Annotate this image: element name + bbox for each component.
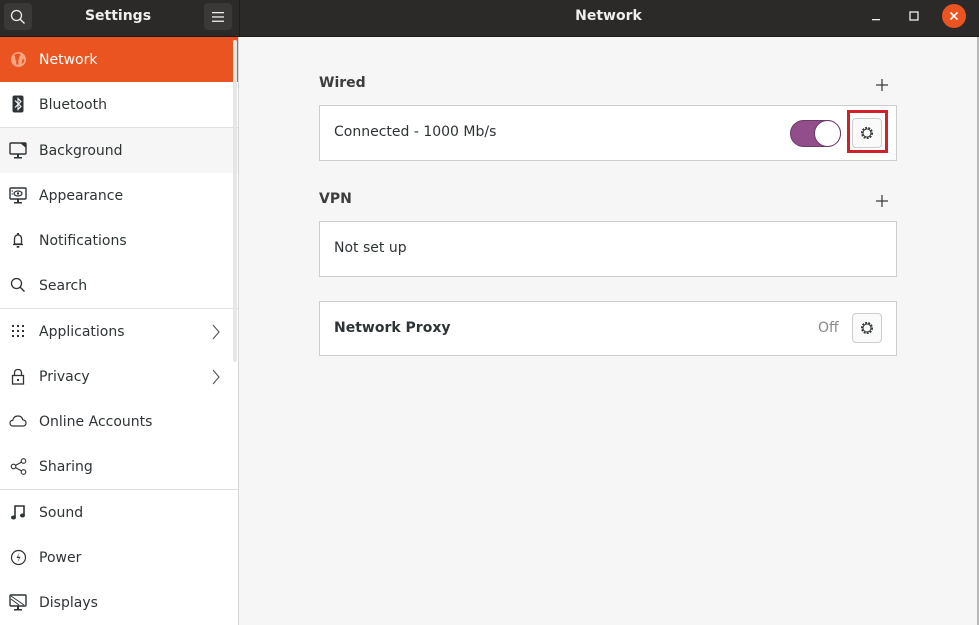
sidebar-item-power[interactable]: Power — [0, 535, 238, 580]
hamburger-menu-icon — [212, 11, 224, 22]
cloud-icon — [9, 412, 27, 430]
network-proxy-row[interactable]: Network Proxy Off — [319, 301, 897, 356]
menu-button[interactable] — [204, 3, 232, 30]
search-icon — [10, 9, 25, 24]
wired-connection-row: Connected - 1000 Mb/s — [319, 105, 897, 161]
minimize-icon — [872, 19, 880, 21]
sidebar-item-label: Network — [39, 51, 98, 68]
sidebar-item-notifications[interactable]: Notifications — [0, 218, 238, 263]
close-icon — [949, 11, 959, 21]
add-vpn-button[interactable] — [874, 193, 890, 209]
sidebar-item-background[interactable]: Background — [0, 128, 238, 173]
vpn-section-title: VPN — [319, 191, 352, 207]
sidebar-item-privacy[interactable]: Privacy — [0, 354, 238, 399]
sidebar: Network Bluetooth Background Appearance — [0, 37, 239, 625]
lock-icon — [9, 367, 27, 385]
network-globe-icon — [9, 50, 27, 68]
background-icon — [9, 141, 27, 159]
sidebar-item-search[interactable]: Search — [0, 263, 238, 308]
maximize-button[interactable] — [902, 4, 926, 28]
sidebar-item-label: Applications — [39, 323, 125, 340]
sidebar-item-label: Privacy — [39, 368, 90, 385]
sidebar-item-label: Notifications — [39, 232, 127, 249]
vpn-row: Not set up — [319, 221, 897, 277]
sidebar-title: Settings — [84, 8, 152, 24]
sidebar-item-appearance[interactable]: Appearance — [0, 173, 238, 218]
proxy-settings-button[interactable] — [852, 313, 882, 343]
minimize-button[interactable] — [864, 4, 888, 28]
sidebar-header: Settings — [0, 0, 239, 37]
highlight-box — [847, 110, 888, 153]
display-icon — [9, 593, 27, 611]
bell-icon — [9, 231, 27, 249]
network-proxy-state: Off — [818, 320, 839, 336]
close-button[interactable] — [942, 4, 966, 28]
maximize-icon — [909, 11, 919, 21]
sidebar-item-online-accounts[interactable]: Online Accounts — [0, 399, 238, 444]
sidebar-item-sound[interactable]: Sound — [0, 490, 238, 535]
apps-grid-icon — [9, 322, 27, 340]
sidebar-scrollbar[interactable] — [233, 40, 237, 362]
sidebar-item-label: Sound — [39, 504, 84, 521]
wired-toggle-switch[interactable] — [790, 120, 841, 147]
sidebar-item-bluetooth[interactable]: Bluetooth — [0, 82, 238, 127]
search-button[interactable] — [4, 3, 32, 30]
sidebar-item-label: Appearance — [39, 187, 124, 204]
sidebar-item-label: Power — [39, 549, 82, 566]
music-note-icon — [9, 503, 27, 521]
network-proxy-label: Network Proxy — [334, 320, 451, 336]
sidebar-item-applications[interactable]: Applications — [0, 309, 238, 354]
add-wired-button[interactable] — [874, 77, 890, 93]
chevron-right-icon — [212, 369, 220, 385]
bluetooth-icon — [9, 95, 27, 113]
sidebar-item-label: Sharing — [39, 458, 93, 475]
wired-section-title: Wired — [319, 75, 366, 91]
sidebar-item-sharing[interactable]: Sharing — [0, 444, 238, 489]
header-bar: Settings Network — [0, 0, 979, 37]
vpn-status: Not set up — [334, 240, 407, 256]
search-icon — [9, 276, 27, 294]
sidebar-item-label: Background — [39, 142, 123, 159]
sidebar-item-network[interactable]: Network — [0, 37, 238, 82]
wired-status: Connected - 1000 Mb/s — [334, 124, 497, 140]
power-icon — [9, 548, 27, 566]
sidebar-item-label: Displays — [39, 594, 98, 611]
sidebar-item-label: Search — [39, 277, 88, 294]
chevron-right-icon — [212, 324, 220, 340]
appearance-icon — [9, 186, 27, 204]
sidebar-item-displays[interactable]: Displays — [0, 580, 238, 625]
switch-knob — [814, 120, 841, 147]
settings-window: Settings Network Network Bluetooth Backg… — [0, 0, 979, 625]
sidebar-item-label: Bluetooth — [39, 96, 107, 113]
gear-icon — [861, 322, 873, 334]
network-panel: Wired Connected - 1000 Mb/s VPN Not set … — [240, 37, 977, 625]
share-icon — [9, 457, 27, 475]
sidebar-item-label: Online Accounts — [39, 413, 153, 430]
